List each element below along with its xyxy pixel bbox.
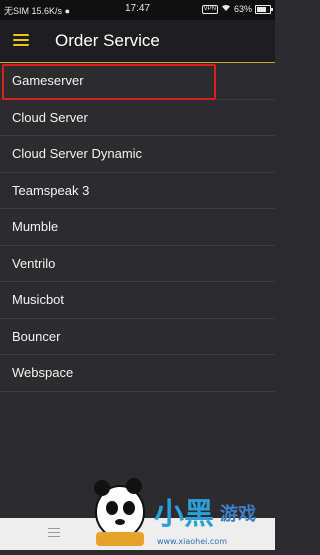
battery-percent: 63%: [233, 4, 252, 14]
service-list: Gameserver Cloud Server Cloud Server Dyn…: [0, 63, 275, 392]
status-right: VPN 63%: [201, 4, 273, 14]
service-item-ventrilo[interactable]: Ventrilo: [0, 246, 275, 282]
status-bar: 无SIM 15.6K/s ● 17:47 VPN 63%: [0, 0, 275, 20]
service-item-webspace[interactable]: Webspace: [0, 355, 275, 392]
service-item-teamspeak-3[interactable]: Teamspeak 3: [0, 173, 275, 209]
service-item-cloud-server-dynamic[interactable]: Cloud Server Dynamic: [0, 136, 275, 173]
wifi-icon: [221, 4, 231, 14]
vpn-icon: VPN: [201, 4, 218, 14]
svg-text:小黑: 小黑: [154, 497, 214, 532]
page-title: Order Service: [55, 31, 160, 50]
service-item-mumble[interactable]: Mumble: [0, 209, 275, 246]
hamburger-menu-icon[interactable]: [13, 34, 29, 46]
service-item-gameserver[interactable]: Gameserver: [0, 63, 275, 100]
watermark-url: www.xiaohei.com: [156, 537, 227, 546]
service-item-cloud-server[interactable]: Cloud Server: [0, 100, 275, 136]
svg-text:游戏: 游戏: [220, 503, 256, 525]
watermark-logo: 小黑 游戏 www.xiaohei.com: [82, 466, 275, 550]
nav-menu-icon[interactable]: [48, 528, 60, 540]
battery-icon: [255, 4, 273, 14]
app-bar: Order Service: [0, 20, 275, 63]
service-item-musicbot[interactable]: Musicbot: [0, 282, 275, 319]
service-item-bouncer[interactable]: Bouncer: [0, 319, 275, 355]
